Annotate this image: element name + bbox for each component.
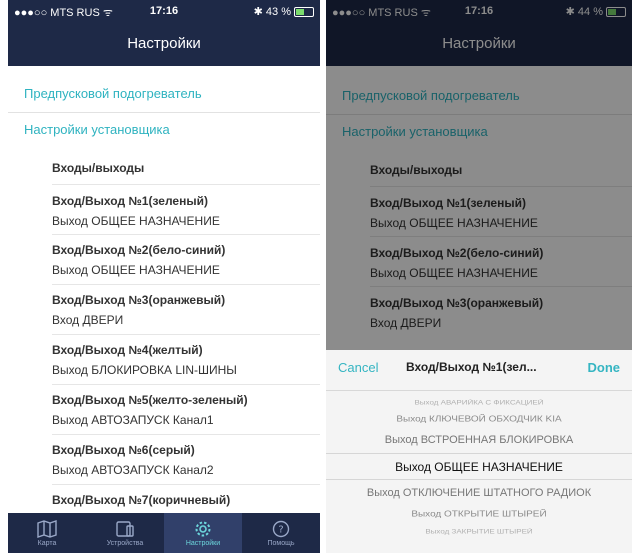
picker-option[interactable]: Выход ОТКРЫТИЕ ШТЫРЕЙ: [326, 510, 632, 519]
preheater-link[interactable]: Предпусковой подогреватель: [24, 86, 202, 101]
list-item[interactable]: Вход/Выход №6(серый) Выход АВТОЗАПУСК Ка…: [52, 443, 312, 477]
svg-text:?: ?: [278, 524, 283, 535]
picker-title: Вход/Выход №1(зел...: [406, 360, 537, 374]
battery-indicator: ✱ 43 %: [254, 5, 314, 18]
option-picker[interactable]: Cancel Вход/Выход №1(зел... Done Выход А…: [326, 350, 632, 553]
picker-option[interactable]: Выход ОТКЛЮЧЕНИЕ ШТАТНОГО РАДИОК: [326, 487, 632, 499]
picker-option[interactable]: Выход ВСТРОЕННАЯ БЛОКИРОВКА: [326, 434, 632, 446]
devices-icon: [116, 520, 134, 537]
picker-option[interactable]: Выход АВАРИЙКА С ФИКСАЦИЕЙ: [326, 399, 632, 406]
picker-toolbar: Cancel Вход/Выход №1(зел... Done: [326, 350, 632, 391]
list-item[interactable]: Вход/Выход №5(желто-зеленый) Выход АВТОЗ…: [52, 393, 312, 427]
list-item[interactable]: Вход/Выход №4(желтый) Выход БЛОКИРОВКА L…: [52, 343, 312, 377]
list-item[interactable]: Вход/Выход №2(бело-синий) Выход ОБЩЕЕ НА…: [52, 243, 312, 277]
io-section-header: Входы/выходы: [52, 161, 145, 175]
gear-icon: [195, 521, 211, 536]
tab-devices[interactable]: Устройства: [86, 513, 164, 553]
status-bar: ●●●○○ MTS RUS ᯤ 17:16 ✱ 43 %: [8, 0, 320, 22]
list-item[interactable]: Вход/Выход №3(оранжевый) Вход ДВЕРИ: [52, 293, 312, 327]
tab-help[interactable]: ? Помощь: [242, 513, 320, 553]
dim-overlay[interactable]: [326, 0, 632, 350]
settings-screen: ●●●○○ MTS RUS ᯤ 17:16 ✱ 43 % Настройки П…: [8, 0, 320, 553]
help-icon: ?: [272, 520, 290, 537]
battery-icon: [294, 6, 314, 17]
map-icon: [37, 519, 57, 538]
settings-screen-picker: ●●●○○ MTS RUS ᯤ 17:16 ✱ 44 % Настройки П…: [326, 0, 632, 553]
list-item[interactable]: Вход/Выход №1(зеленый) Выход ОБЩЕЕ НАЗНА…: [52, 194, 312, 228]
done-button[interactable]: Done: [588, 360, 621, 375]
page-title: Настройки: [127, 35, 201, 52]
nav-bar: Настройки: [8, 22, 320, 66]
tab-bar: Карта Устройства Настройки ? Помощь: [8, 513, 320, 553]
settings-list: Предпусковой подогреватель Настройки уст…: [8, 66, 320, 553]
picker-option[interactable]: Выход ЗАКРЫТИЕ ШТЫРЕЙ: [326, 528, 632, 535]
installer-settings-link[interactable]: Настройки установщика: [24, 122, 170, 137]
tab-map[interactable]: Карта: [8, 513, 86, 553]
tab-settings[interactable]: Настройки: [164, 513, 242, 553]
cancel-button[interactable]: Cancel: [338, 360, 378, 375]
list-item[interactable]: Вход/Выход №7(коричневый): [52, 493, 312, 507]
picker-option[interactable]: Выход КЛЮЧЕВОЙ ОБХОДЧИК KIA: [326, 415, 632, 424]
battery-label: ✱ 43 %: [253, 6, 291, 18]
picker-option-selected[interactable]: Выход ОБЩЕЕ НАЗНАЧЕНИЕ: [326, 460, 632, 474]
